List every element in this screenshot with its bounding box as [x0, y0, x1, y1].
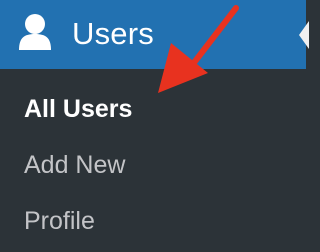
- submenu-item-add-new[interactable]: Add New: [24, 148, 125, 182]
- users-menu-title: Users: [72, 16, 154, 51]
- user-icon: [16, 12, 54, 54]
- current-menu-caret: [299, 21, 309, 49]
- submenu-item-profile[interactable]: Profile: [24, 204, 95, 238]
- users-menu-header[interactable]: Users: [0, 0, 309, 69]
- submenu-item-all-users[interactable]: All Users: [24, 92, 132, 126]
- admin-sidebar-menu: Users All Users Add New Profile: [0, 0, 309, 252]
